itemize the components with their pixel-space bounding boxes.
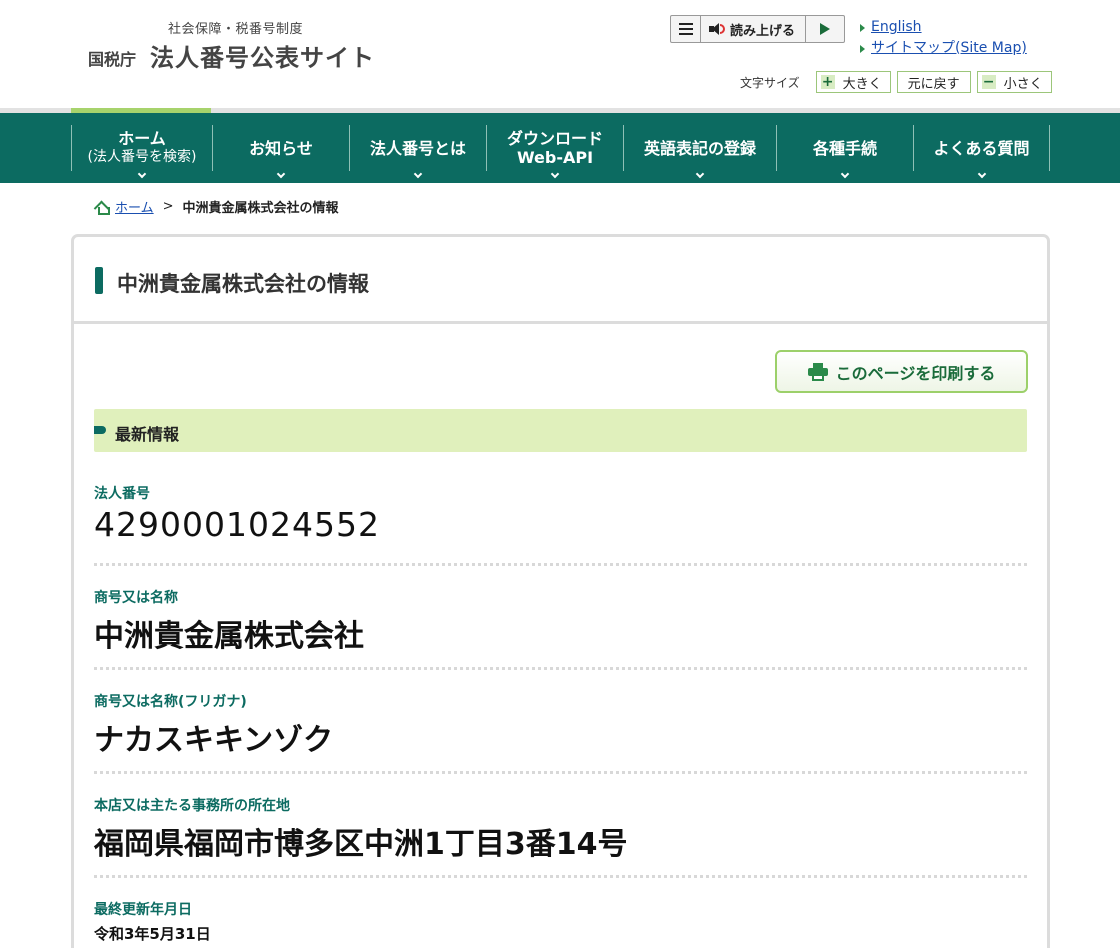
company-name-value: 中洲貴金属株式会社 bbox=[94, 619, 364, 654]
last-updated-field: 最終更新年月日 令和3年5月31日 bbox=[94, 899, 1027, 944]
nav-faq-label: よくある質問 bbox=[933, 138, 1030, 158]
font-larger-label: 大きく bbox=[842, 76, 882, 92]
last-updated-value: 令和3年5月31日 bbox=[94, 925, 211, 943]
nav-item-download[interactable]: ダウンロード Web-API bbox=[486, 125, 623, 179]
nav-webapi-label: Web-API bbox=[516, 148, 594, 167]
dotted-divider bbox=[94, 875, 1027, 878]
logo-agency: 国税庁 bbox=[88, 50, 137, 69]
chevron-down-icon bbox=[977, 169, 986, 179]
font-size-controls: 文字サイズ + 大きく 元に戻す − 小さく bbox=[740, 71, 1052, 93]
nav-item-about[interactable]: 法人番号とは bbox=[349, 125, 486, 179]
sitemap-link[interactable]: サイトマップ(Site Map) bbox=[858, 38, 1027, 59]
menu-icon bbox=[678, 23, 693, 25]
speaker-icon bbox=[709, 23, 725, 35]
nav-item-news[interactable]: お知らせ bbox=[212, 125, 349, 179]
nav-item-procedures[interactable]: 各種手続 bbox=[776, 125, 913, 179]
corporate-info-card: 中洲貴金属株式会社の情報 このページを印刷する 最新情報 法人番号 429000… bbox=[71, 234, 1050, 948]
nav-item-home[interactable]: ホーム (法人番号を検索) bbox=[71, 125, 212, 179]
printer-icon bbox=[807, 362, 828, 381]
chevron-down-icon bbox=[413, 169, 423, 179]
nav-about-label: 法人番号とは bbox=[369, 138, 466, 158]
company-name-field: 商号又は名称 中洲貴金属株式会社 bbox=[94, 587, 1027, 670]
font-reset-label: 元に戻す bbox=[907, 76, 960, 92]
card-header: 中洲貴金属株式会社の情報 bbox=[74, 237, 1047, 324]
section-title: 最新情報 bbox=[115, 425, 180, 444]
breadcrumb-current: 中洲貴金属株式会社の情報 bbox=[182, 201, 339, 216]
font-larger-button[interactable]: + 大きく bbox=[815, 71, 891, 93]
nav-download-label: ダウンロード bbox=[506, 129, 603, 148]
chevron-down-icon bbox=[550, 169, 560, 179]
address-value: 福岡県福岡市博多区中洲1丁目3番14号 bbox=[94, 827, 628, 862]
field-label: 本店又は主たる事務所の所在地 bbox=[94, 798, 290, 814]
section-marker bbox=[94, 426, 106, 434]
global-nav: ホーム (法人番号を検索) お知らせ 法人番号とは ダウンロード Web-API… bbox=[0, 113, 1120, 183]
title-marker bbox=[95, 267, 103, 294]
plus-icon: + bbox=[820, 74, 835, 90]
print-page-button[interactable]: このページを印刷する bbox=[775, 350, 1028, 393]
chevron-down-icon bbox=[840, 169, 850, 179]
nav-procedures-label: 各種手続 bbox=[812, 138, 877, 158]
page-title: 中洲貴金属株式会社の情報 bbox=[117, 272, 369, 296]
font-size-label: 文字サイズ bbox=[740, 75, 800, 90]
breadcrumb-home-link[interactable]: ホーム bbox=[115, 197, 154, 216]
corporate-number-value: 4290001024552 bbox=[94, 505, 380, 544]
company-name-kana-field: 商号又は名称(フリガナ) ナカスキキンゾク bbox=[94, 691, 1027, 774]
header-links: English サイトマップ(Site Map) bbox=[858, 17, 1027, 59]
minus-icon: − bbox=[981, 74, 996, 90]
field-label: 商号又は名称(フリガナ) bbox=[94, 694, 247, 710]
chevron-down-icon bbox=[276, 169, 286, 179]
field-label: 最終更新年月日 bbox=[94, 902, 192, 918]
english-link[interactable]: English bbox=[858, 17, 1027, 38]
logo-subtitle: 社会保障・税番号制度 bbox=[168, 22, 304, 37]
field-label: 法人番号 bbox=[94, 486, 150, 502]
read-aloud-toolbar: 読み上げる bbox=[670, 15, 845, 43]
latest-info-section-header: 最新情報 bbox=[94, 409, 1027, 452]
font-smaller-label: 小さく bbox=[1003, 76, 1043, 92]
dotted-divider bbox=[94, 771, 1027, 774]
dotted-divider bbox=[94, 563, 1027, 566]
breadcrumb-separator: > bbox=[162, 199, 174, 214]
read-aloud-menu-button[interactable] bbox=[671, 16, 701, 42]
company-name-kana-value: ナカスキキンゾク bbox=[94, 723, 334, 758]
nav-english-registration-label: 英語表記の登録 bbox=[643, 138, 756, 158]
font-reset-button[interactable]: 元に戻す bbox=[896, 71, 971, 93]
read-aloud-button[interactable]: 読み上げる bbox=[701, 16, 806, 42]
home-icon bbox=[95, 201, 110, 215]
site-header: 社会保障・税番号制度 国税庁 法人番号公表サイト 読み上げる English サ… bbox=[0, 0, 1120, 108]
play-button[interactable] bbox=[806, 16, 844, 42]
nav-home-label: ホーム bbox=[118, 129, 166, 148]
site-logo[interactable]: 社会保障・税番号制度 国税庁 法人番号公表サイト bbox=[88, 18, 408, 78]
address-field: 本店又は主たる事務所の所在地 福岡県福岡市博多区中洲1丁目3番14号 bbox=[94, 795, 1027, 878]
nav-item-english-registration[interactable]: 英語表記の登録 bbox=[623, 125, 776, 179]
play-icon bbox=[820, 23, 830, 35]
field-label: 商号又は名称 bbox=[94, 590, 178, 606]
breadcrumb: ホーム > 中洲貴金属株式会社の情報 bbox=[95, 197, 339, 216]
corporate-number-field: 法人番号 4290001024552 bbox=[94, 483, 1027, 566]
print-page-label: このページを印刷する bbox=[835, 363, 996, 383]
nav-news-label: お知らせ bbox=[249, 138, 313, 158]
chevron-down-icon bbox=[695, 169, 705, 179]
chevron-down-icon bbox=[137, 169, 147, 179]
nav-home-sublabel: (法人番号を検索) bbox=[87, 149, 197, 165]
logo-title: 法人番号公表サイト bbox=[150, 44, 375, 72]
read-aloud-label: 読み上げる bbox=[730, 23, 796, 39]
font-smaller-button[interactable]: − 小さく bbox=[976, 71, 1052, 93]
nav-item-faq[interactable]: よくある質問 bbox=[913, 125, 1050, 179]
dotted-divider bbox=[94, 667, 1027, 670]
